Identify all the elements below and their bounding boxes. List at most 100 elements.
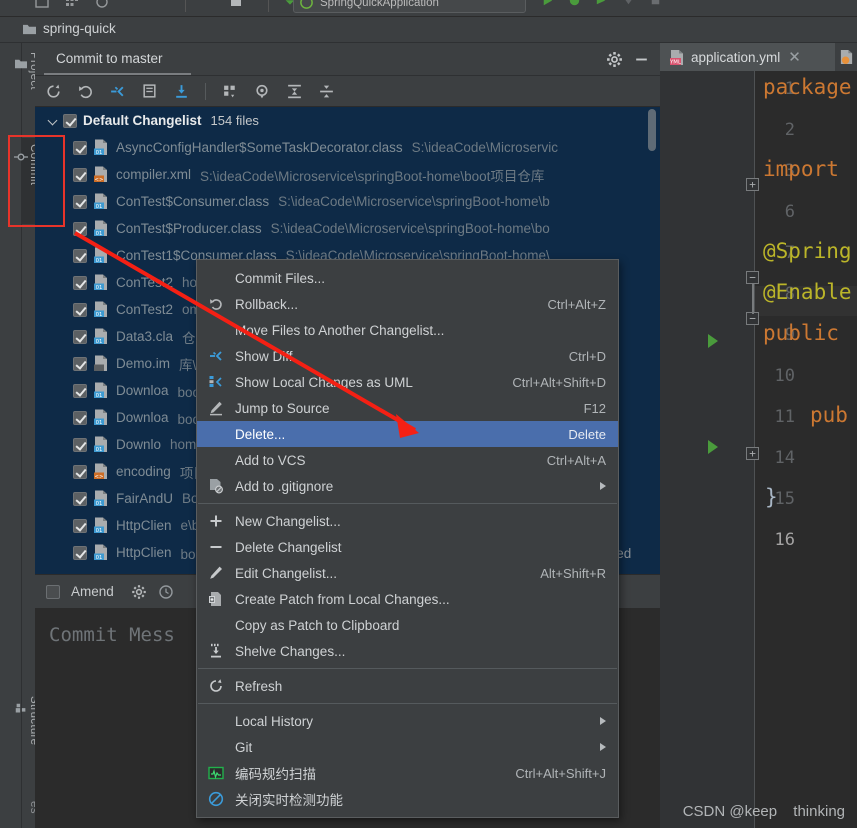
build-icon[interactable] (228, 0, 244, 11)
amend-checkbox[interactable] (46, 584, 60, 599)
file-path: S:\ideaCode\Microservice\springBoot-home… (270, 221, 550, 236)
refresh-changes-icon[interactable] (43, 81, 63, 101)
menu-item-1[interactable]: Rollback... Ctrl+Alt+Z (197, 291, 618, 317)
editor-tab-application-yml[interactable]: YML application.yml ✕ (660, 43, 835, 71)
file-checkbox[interactable] (73, 194, 87, 209)
file-checkbox[interactable] (73, 248, 87, 263)
menu-item-7[interactable]: Add to VCS Ctrl+Alt+A (197, 447, 618, 473)
file-checkbox[interactable] (73, 221, 87, 236)
shelve-changes-icon[interactable] (171, 81, 191, 101)
line-number: 14 (774, 448, 795, 468)
menu-item-16[interactable]: Local History (197, 708, 618, 734)
table-row[interactable]: 01 ConTest$Consumer.class S:\ideaCode\Micr… (35, 188, 660, 215)
file-checkbox[interactable] (73, 545, 87, 560)
menu-item-10[interactable]: Delete Changelist (197, 534, 618, 560)
run-gutter-icon[interactable] (708, 334, 718, 348)
file-checkbox[interactable] (73, 383, 87, 398)
changelist-row[interactable]: Default Changelist 154 files (35, 107, 660, 134)
edit-changelist-icon[interactable] (139, 81, 159, 101)
run-icon[interactable] (540, 0, 555, 8)
fold-expand-icon[interactable]: + (746, 178, 759, 191)
gear-icon[interactable] (606, 51, 623, 68)
context-menu[interactable]: Commit Files... Rollback... Ctrl+Alt+Z Move… (196, 259, 619, 818)
menu-item-3[interactable]: Show Diff Ctrl+D (197, 343, 618, 369)
menu-item-label: Show Local Changes as UML (235, 374, 413, 390)
file-path: S:\ideaCode\Microservice\springBoot-home… (200, 168, 545, 184)
svg-text:01: 01 (96, 339, 103, 345)
show-diff-icon[interactable] (107, 81, 127, 101)
iml-file-icon (94, 355, 107, 371)
run-gutter-icon[interactable] (708, 440, 718, 454)
file-name: Downloa (116, 410, 169, 425)
menu-item-2[interactable]: Move Files to Another Changelist... (197, 317, 618, 343)
code-line[interactable]: import (763, 157, 839, 181)
close-icon[interactable]: ✕ (788, 48, 801, 66)
menu-item-19[interactable]: 关闭实时检测功能 (197, 786, 618, 812)
menu-item-15[interactable]: Refresh (197, 673, 618, 699)
menu-item-6[interactable]: Delete... Delete (197, 421, 618, 447)
menu-item-4[interactable]: Show Local Changes as UML Ctrl+Alt+Shift+… (197, 369, 618, 395)
menu-item-12[interactable]: Create Patch from Local Changes... (197, 586, 618, 612)
file-checkbox[interactable] (73, 491, 87, 506)
uml-icon (207, 373, 225, 391)
code-line[interactable]: } (765, 485, 778, 509)
menu-item-18[interactable]: 编码规约扫描 Ctrl+Alt+Shift+J (197, 760, 618, 786)
menu-item-17[interactable]: Git (197, 734, 618, 760)
project-name[interactable]: spring-quick (43, 21, 116, 36)
rollback-icon[interactable] (75, 81, 95, 101)
file-checkbox[interactable] (73, 275, 87, 290)
file-checkbox[interactable] (73, 356, 87, 371)
menu-item-8[interactable]: Add to .gitignore (197, 473, 618, 499)
debug-icon[interactable] (567, 0, 582, 8)
preview-diff-icon[interactable] (252, 81, 272, 101)
menu-item-9[interactable]: New Changelist... (197, 508, 618, 534)
menu-item-14[interactable]: Shelve Changes... (197, 638, 618, 664)
table-row[interactable]: <> compiler.xml S:\ideaCode\Microservice\s… (35, 161, 660, 188)
save-all-icon[interactable] (34, 0, 50, 10)
file-checkbox[interactable] (73, 437, 87, 452)
editor-body[interactable]: 1 package 2 3 import 6 7 @Spring 8 @Enable 9 public… (660, 71, 857, 828)
class-file-icon: 01 (94, 409, 107, 426)
file-checkbox[interactable] (73, 518, 87, 533)
expand-all-icon[interactable] (284, 81, 304, 101)
table-row[interactable]: 01 AsyncConfigHandler$SomeTaskDecorator.c… (35, 134, 660, 161)
menu-separator (198, 503, 617, 504)
changelist-checkbox[interactable] (63, 113, 77, 128)
menu-item-label: Add to VCS (235, 452, 306, 468)
run-coverage-icon[interactable] (594, 0, 609, 8)
menu-item-13[interactable]: Copy as Patch to Clipboard (197, 612, 618, 638)
changes-scrollbar-thumb[interactable] (648, 109, 656, 151)
menu-item-5[interactable]: Jump to Source F12 (197, 395, 618, 421)
code-line[interactable]: @Enable (763, 280, 852, 304)
sync-icon[interactable] (94, 0, 110, 10)
stop-icon[interactable] (648, 0, 663, 8)
file-checkbox[interactable] (73, 464, 87, 479)
class-file-icon: 01 (94, 517, 107, 534)
code-line[interactable]: package (763, 75, 852, 99)
file-checkbox[interactable] (73, 410, 87, 425)
chevron-down-icon[interactable] (47, 114, 60, 127)
menu-item-11[interactable]: Edit Changelist... Alt+Shift+R (197, 560, 618, 586)
menu-item-0[interactable]: Commit Files... (197, 265, 618, 291)
fold-collapse-icon[interactable]: − (746, 271, 759, 284)
code-line[interactable]: @Spring (763, 239, 852, 263)
code-line[interactable]: pub (810, 403, 848, 427)
code-line[interactable]: public (763, 321, 839, 345)
line-number: 11 (774, 407, 795, 427)
file-checkbox[interactable] (73, 140, 87, 155)
table-row[interactable]: 01 ConTest$Producer.class S:\ideaCode\Micr… (35, 215, 660, 242)
fold-expand-icon[interactable]: + (746, 447, 759, 460)
history-icon[interactable] (158, 584, 174, 600)
file-checkbox[interactable] (73, 329, 87, 344)
collapse-all-icon[interactable] (316, 81, 336, 101)
group-by-icon[interactable] (220, 81, 240, 101)
run-profiler-icon[interactable] (621, 0, 636, 8)
menu-item-shortcut: Ctrl+Alt+A (546, 452, 606, 468)
file-checkbox[interactable] (73, 302, 87, 317)
minimize-icon[interactable] (633, 51, 650, 68)
gear-icon[interactable] (131, 584, 147, 600)
grid-icon[interactable] (64, 0, 80, 10)
file-checkbox[interactable] (73, 167, 87, 182)
editor-tab-next[interactable] (835, 43, 857, 71)
run-configuration-selector[interactable]: SpringQuickApplication (293, 0, 526, 13)
